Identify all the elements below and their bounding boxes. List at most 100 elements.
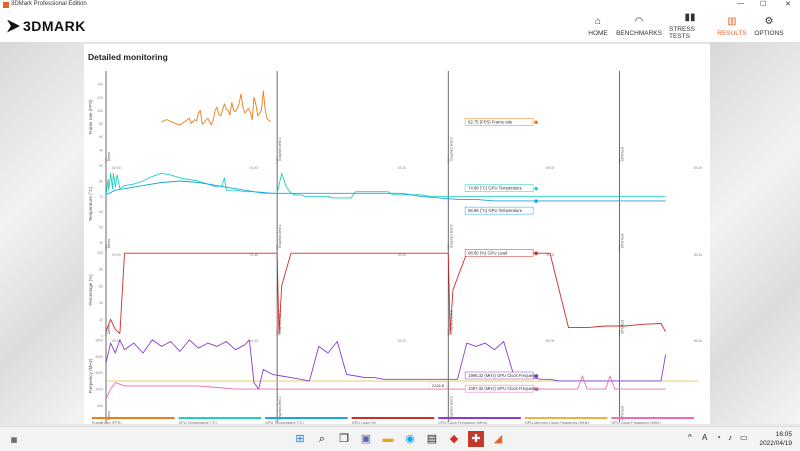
- chat-icon[interactable]: ▣: [358, 431, 374, 447]
- gauge-icon: ◠: [634, 15, 644, 27]
- y-tick-label: 120: [97, 96, 103, 100]
- task-view-icon[interactable]: ❐: [336, 431, 352, 447]
- series-marker: [534, 120, 538, 125]
- y-tick-label: 100: [97, 109, 103, 113]
- y-tick-label: 20: [99, 318, 103, 322]
- nav-results[interactable]: ▥ RESULTS: [717, 10, 747, 42]
- tooltip-text: 1097.32 (MHz) GPU Clock Frequency: [468, 386, 539, 391]
- y-tick-label: 70: [99, 195, 103, 199]
- tooltip-text: 1996.32 (MHz) GPU Clock Frequency: [468, 373, 539, 378]
- y-tick-label: 1500: [95, 371, 103, 375]
- y-tick-label: 40: [99, 148, 103, 152]
- segment-label: Graphics test 2: [449, 137, 453, 161]
- nav-benchmarks-label: BENCHMARKS: [616, 29, 662, 37]
- monitoring-charts: Frame rate (FPS) 40 60 80 100 120 140 00:00 01:4…: [88, 71, 703, 424]
- logo-text: 3DMARK: [23, 18, 86, 34]
- clock-date: 2022/04/19: [759, 440, 792, 447]
- logo-mark-icon: [7, 19, 20, 33]
- y-tick-label: 1000: [95, 388, 103, 392]
- legend-label: CPU Clock Frequency (MHz): [438, 421, 488, 424]
- nav-stress-tests-label: STRESS TESTS: [669, 26, 696, 40]
- windows-start-icon[interactable]: ⊞: [292, 431, 308, 447]
- y-tick-label: 80: [99, 180, 103, 184]
- taskbar: ▦ ⊞ ⌕ ❐ ▣ ▬ ◉ ▤ ◆ ✚ ◢ ^ A ◔ ♪ ▭ 16:05 20…: [0, 426, 800, 451]
- legend-label: GPU Clock Frequency (MHz): [611, 421, 661, 424]
- series-line: [105, 339, 667, 390]
- clock[interactable]: 16:05 2022/04/19: [759, 430, 792, 448]
- y-tick-label: 100: [97, 251, 103, 255]
- segment-label: CPU test: [620, 234, 624, 248]
- nav-results-label: RESULTS: [717, 29, 747, 37]
- nav-stress-tests[interactable]: ▮▮ STRESS TESTS: [669, 10, 711, 42]
- segment-label: Demo: [107, 325, 111, 334]
- battery-icon[interactable]: ▭: [740, 433, 748, 442]
- y-tick-label: 40: [99, 301, 103, 305]
- window-title: 3DMark Professional Edition: [11, 1, 87, 7]
- legend-label: GPU Load (%): [352, 421, 377, 424]
- x-tick-label: 05:00: [546, 339, 555, 343]
- app-3dmark-icon[interactable]: ✚: [468, 431, 484, 447]
- gear-icon: ⚙: [764, 15, 774, 27]
- maximize-button[interactable]: ☐: [760, 0, 766, 8]
- search-icon[interactable]: ⌕: [314, 431, 330, 447]
- y-tick-label: 40: [99, 241, 103, 245]
- title-bar: 3DMark Professional Edition — ☐ ✕: [0, 0, 800, 10]
- y-tick-label: 2000: [95, 355, 103, 359]
- legend-label: GPU Memory Clock Frequency (MHz): [525, 421, 590, 424]
- minimize-button[interactable]: —: [737, 0, 744, 7]
- widgets-icon[interactable]: ▦: [6, 433, 22, 449]
- nav-home[interactable]: ⌂ HOME: [588, 10, 608, 42]
- nav-home-label: HOME: [588, 29, 608, 37]
- y-tick-label: 2500: [95, 338, 103, 342]
- y-tick-label: 90: [99, 164, 103, 168]
- x-tick-label: 03:20: [398, 339, 407, 343]
- segment-label: Demo: [107, 152, 111, 161]
- series-line: [161, 90, 271, 126]
- close-button[interactable]: ✕: [785, 0, 791, 8]
- series-marker: [534, 199, 538, 203]
- input-language[interactable]: A: [702, 433, 707, 442]
- y-axis-label: Frame rate (FPS): [88, 99, 93, 135]
- nav-options[interactable]: ⚙ OPTIONS: [754, 10, 784, 42]
- legend-swatch: [524, 417, 608, 419]
- tray-chevron-icon[interactable]: ^: [688, 433, 692, 442]
- series-line: [105, 180, 666, 202]
- segment-label: Graphics test 1: [278, 396, 282, 420]
- y-tick-label: 80: [99, 122, 103, 126]
- segment-label: Graphics test 1: [278, 137, 282, 161]
- tooltip-text: 82.75 (FPS) Frame rate: [468, 119, 513, 124]
- y-axis-label: Percentage (%): [88, 274, 93, 306]
- tooltip-text: 74.99 (°C) GPU Temperature: [468, 186, 523, 191]
- volume-icon[interactable]: ♪: [728, 433, 732, 442]
- x-tick-label: 00:00: [112, 166, 121, 170]
- app-header: 3DMARK ⌂ HOME ◠ BENCHMARKS ▮▮ STRESS TES…: [0, 10, 800, 43]
- file-explorer-icon[interactable]: ▬: [380, 431, 396, 447]
- app-red-icon[interactable]: ◆: [446, 431, 462, 447]
- segment-label: Graphics test 1: [278, 224, 282, 248]
- app-icon: [3, 2, 9, 8]
- x-tick-label: 06:40: [694, 339, 703, 343]
- edge-icon[interactable]: ◉: [402, 431, 418, 447]
- tooltip-text: 98.85 (%) GPU Load: [468, 250, 508, 255]
- x-tick-label: 03:20: [398, 166, 407, 170]
- segment-label: Graphics test 2: [449, 396, 453, 420]
- x-tick-label: 00:00: [112, 253, 121, 257]
- wifi-icon[interactable]: ◔: [716, 433, 721, 442]
- legend-label: CPU Temperature (°C): [179, 421, 218, 424]
- segment-label: Demo: [107, 239, 111, 248]
- segment-label: Graphics test 2: [449, 224, 453, 248]
- nav-benchmarks[interactable]: ◠ BENCHMARKS: [616, 10, 662, 42]
- nav-options-label: OPTIONS: [754, 29, 784, 37]
- series-marker: [534, 251, 538, 256]
- legend-swatch: [611, 417, 694, 419]
- y-tick-label: 500: [97, 404, 103, 408]
- y-axis-label: Frequency (MHz): [88, 358, 93, 393]
- x-tick-label: 01:40: [250, 166, 259, 170]
- background-left: [0, 42, 84, 424]
- app-orange-icon[interactable]: ◢: [490, 431, 506, 447]
- app-logo: 3DMARK: [7, 18, 86, 34]
- legend-swatch: [178, 417, 262, 419]
- monitoring-panel: Detailed monitoring Frame rate (FPS) 40 60…: [84, 44, 710, 424]
- x-tick-label: 06:40: [694, 166, 703, 170]
- store-icon[interactable]: ▤: [424, 431, 440, 447]
